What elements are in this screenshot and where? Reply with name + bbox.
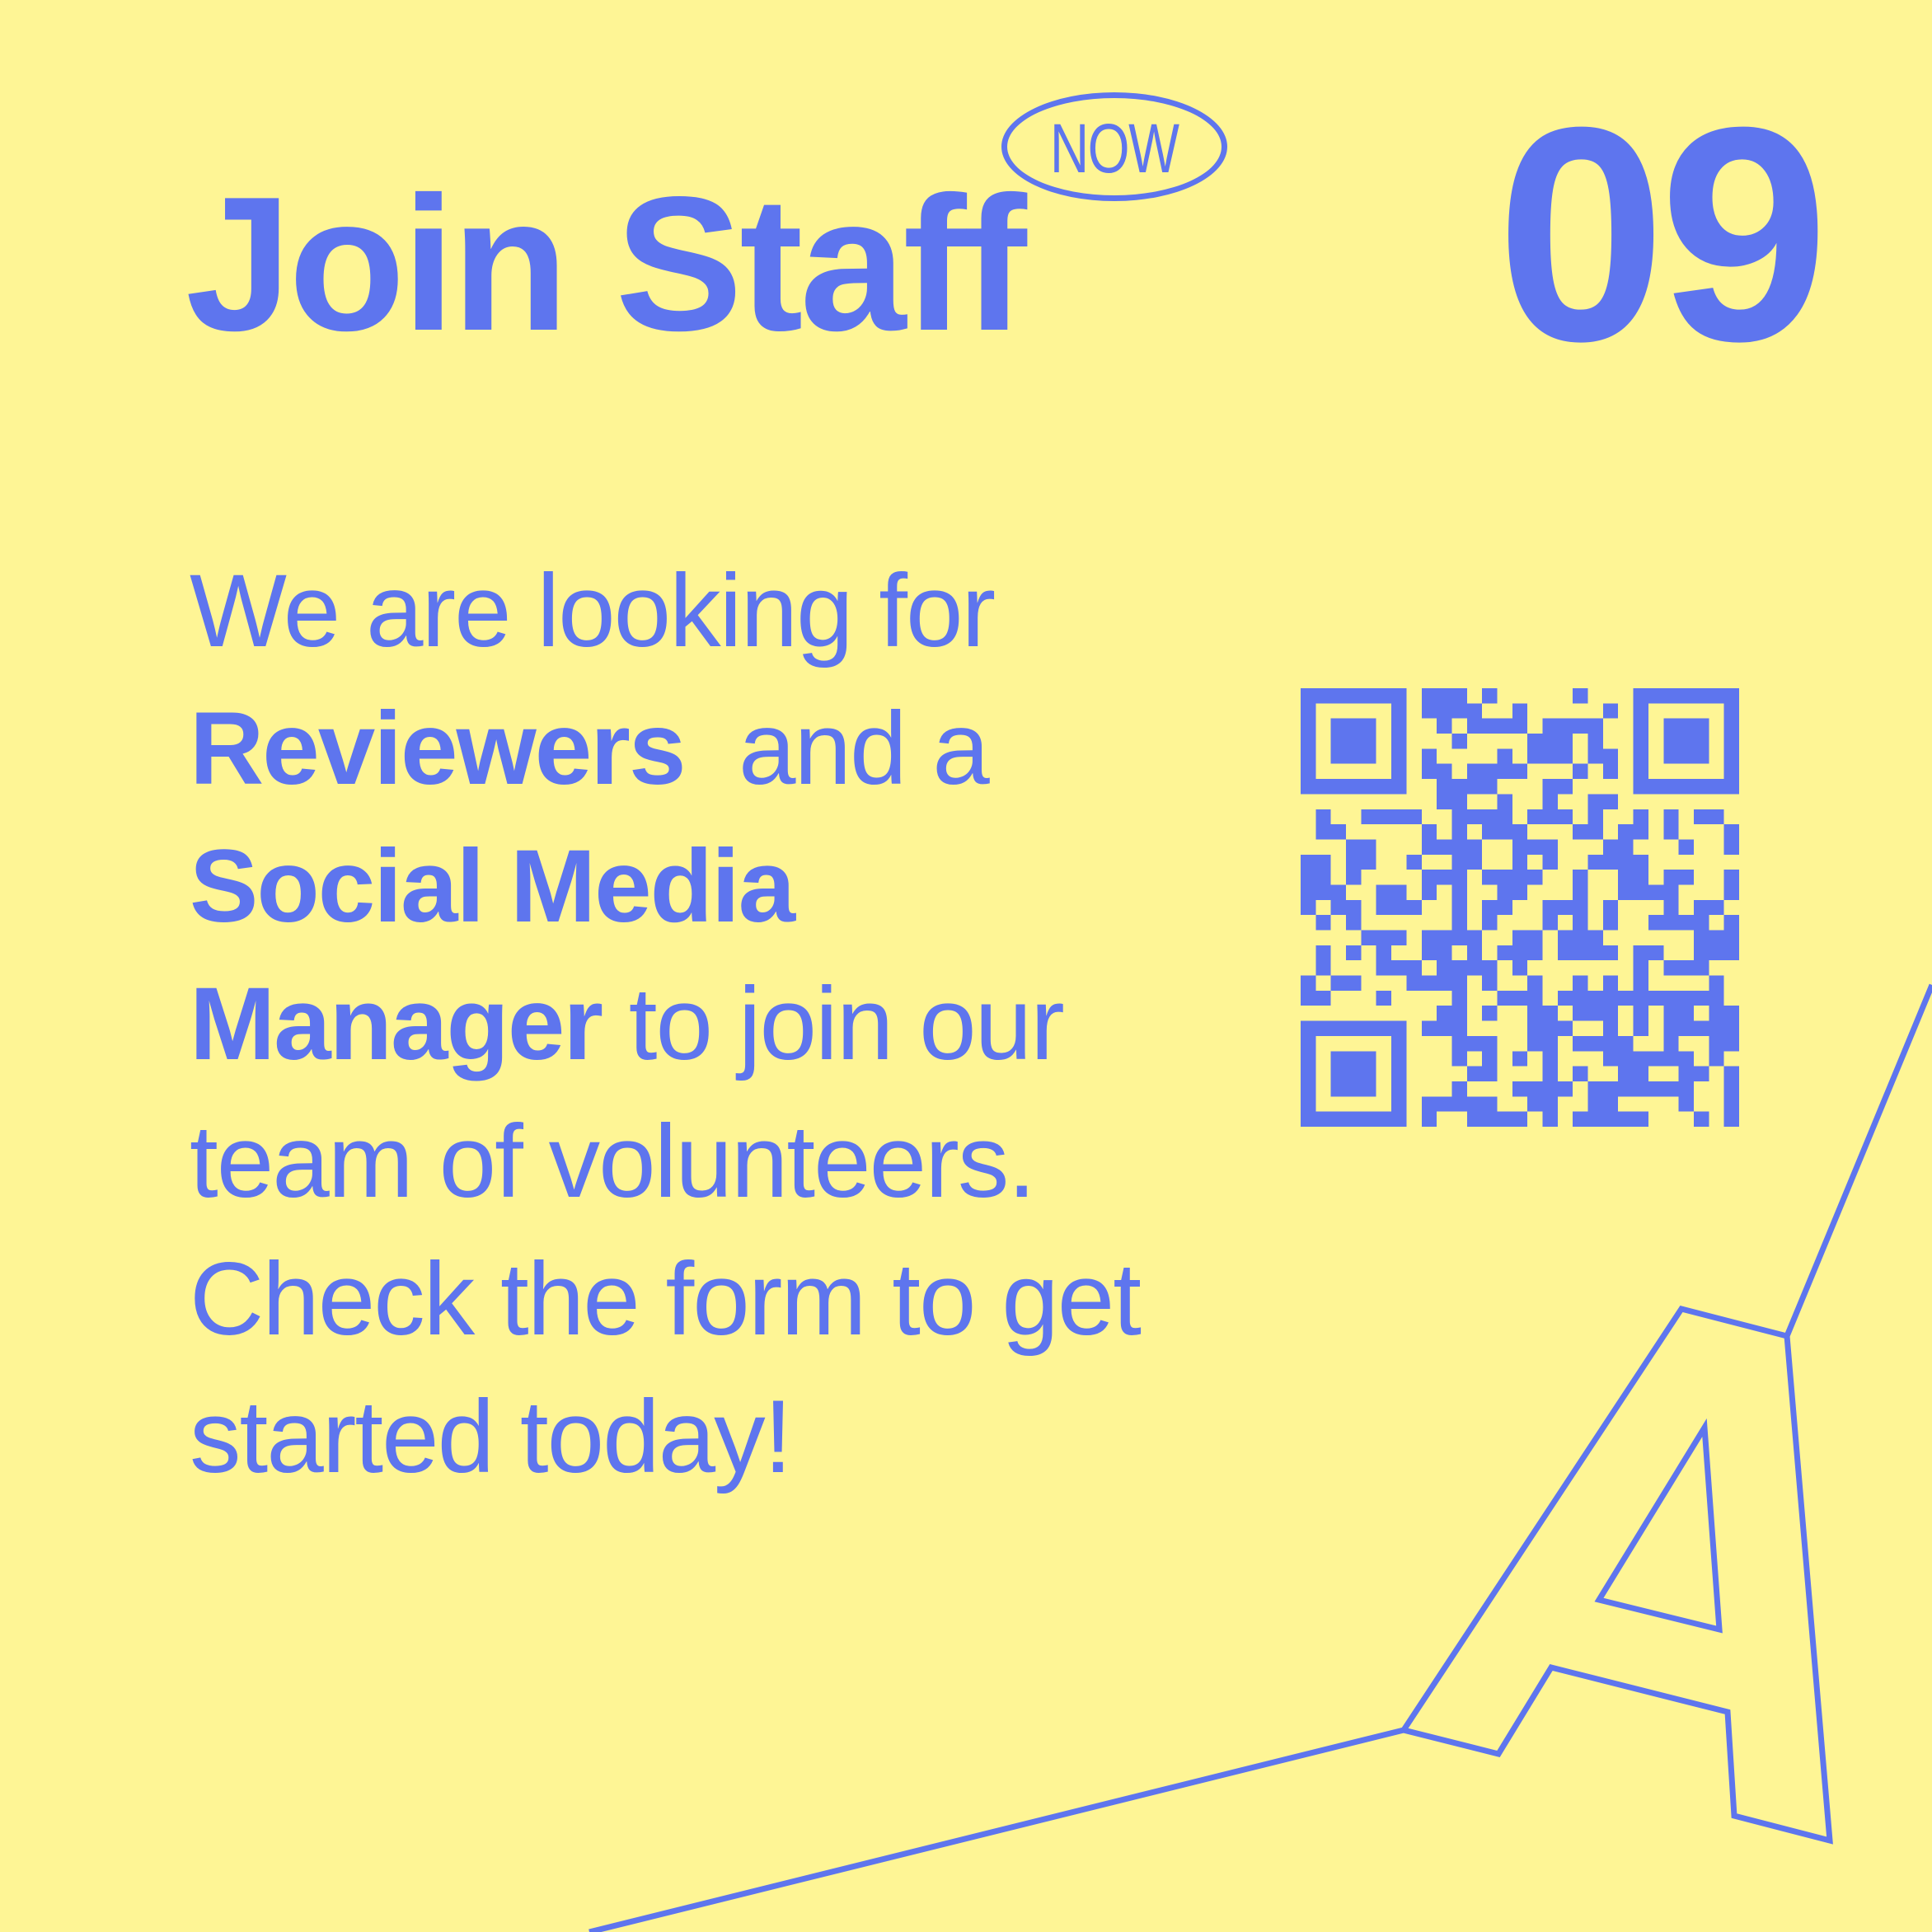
body-line-rest: to join our (628, 967, 1065, 1081)
role-reviewers: Reviewers (190, 692, 686, 806)
body-line-rest: and a (738, 692, 990, 806)
now-badge-label: NOW (1050, 110, 1179, 187)
body-line: Check the form to get (190, 1242, 1142, 1357)
qr-code-icon[interactable] (1301, 688, 1739, 1127)
body-line: Reviewers and a (190, 680, 1220, 818)
now-badge: NOW (1001, 92, 1227, 201)
page-title: Join Staff (185, 157, 1027, 371)
body-line: We are looking for (190, 554, 996, 668)
body-line: Social Media (190, 818, 1220, 955)
role-social-media: Social Media (190, 829, 795, 944)
body-line: Manager to join our (190, 955, 1220, 1093)
poster: Join Staff NOW 09 We are looking for Rev… (0, 0, 1932, 1932)
body-line: team of volunteers. (190, 1104, 1036, 1219)
post-number: 09 (1496, 64, 1829, 405)
body-line: started today! (190, 1380, 792, 1494)
role-manager: Manager (190, 967, 603, 1081)
body-text: We are looking for Reviewers and a Socia… (190, 542, 1220, 1506)
